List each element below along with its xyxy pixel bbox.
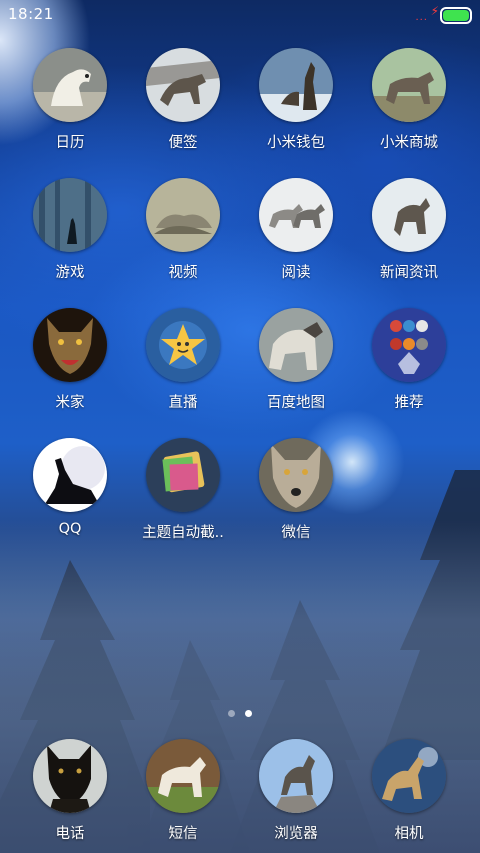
app-calendar[interactable]: 日历	[14, 48, 126, 152]
app-wechat[interactable]: 微信	[240, 438, 352, 542]
app-label: 主题自动截..	[142, 525, 224, 541]
wolf-silhouette-forest-icon	[33, 178, 107, 252]
app-games[interactable]: 游戏	[14, 178, 126, 282]
page-dot-active[interactable]	[245, 710, 252, 717]
snarling-wolf-icon	[33, 308, 107, 382]
app-video[interactable]: 视频	[127, 178, 239, 282]
star-face-icon	[146, 308, 220, 382]
app-label: 百度地图	[267, 395, 325, 411]
white-wolf-grass-icon	[146, 739, 220, 813]
wolf-running-snow-icon	[372, 178, 446, 252]
wolf-face-icon	[259, 438, 333, 512]
app-label: 阅读	[281, 265, 311, 281]
app-label: QQ	[58, 521, 82, 537]
app-label: 直播	[168, 395, 198, 411]
app-mijia[interactable]: 米家	[14, 308, 126, 412]
app-mi-wallet[interactable]: 小米钱包	[240, 48, 352, 152]
app-mi-store[interactable]: 小米商城	[353, 48, 465, 152]
app-label: 微信	[281, 525, 311, 541]
app-label: 日历	[55, 135, 85, 151]
app-label: 新闻资讯	[380, 265, 438, 281]
app-label: 小米商城	[380, 135, 438, 151]
page-indicator	[0, 702, 480, 721]
app-label: 游戏	[55, 265, 85, 281]
dock-messages[interactable]: 短信	[127, 739, 239, 843]
folder-recommended[interactable]: 推荐	[353, 308, 465, 412]
sleeping-wolves-icon	[146, 178, 220, 252]
dock-browser[interactable]: 浏览器	[240, 739, 352, 843]
app-live[interactable]: 直播	[127, 308, 239, 412]
app-label: 便签	[168, 135, 198, 151]
app-label: 推荐	[394, 395, 424, 411]
dock-camera[interactable]: 相机	[353, 739, 465, 843]
dock-phone[interactable]: 电话	[14, 739, 126, 843]
howling-wolves-icon	[259, 48, 333, 122]
howling-wolf-sky-icon	[372, 739, 446, 813]
app-qq[interactable]: QQ	[14, 438, 126, 537]
white-wolf-icon	[33, 48, 107, 122]
home-screen-grid: 日历 便签 小米钱包 小米商城 游戏 视频 阅读 新闻资讯 米家 直播 百度地图…	[0, 0, 480, 560]
app-label: 小米钱包	[267, 135, 325, 151]
wolf-on-rock-icon	[259, 739, 333, 813]
wolf-in-snow-icon	[146, 48, 220, 122]
app-label: 短信	[168, 826, 198, 842]
app-news[interactable]: 新闻资讯	[353, 178, 465, 282]
screenshot-tool-icon	[146, 438, 220, 512]
app-label: 视频	[168, 265, 198, 281]
wolf-standing-icon	[372, 48, 446, 122]
app-label: 相机	[394, 826, 424, 842]
two-wolves-snow-icon	[259, 178, 333, 252]
app-label: 米家	[55, 395, 85, 411]
app-theme-screenshot[interactable]: 主题自动截..	[127, 438, 239, 542]
app-label: 电话	[55, 826, 85, 842]
app-label: 浏览器	[274, 826, 318, 842]
app-reading[interactable]: 阅读	[240, 178, 352, 282]
dock: 电话 短信 浏览器 相机	[0, 736, 480, 853]
page-dot[interactable]	[228, 710, 235, 717]
wolf-moon-howl-icon	[33, 438, 107, 512]
folder-apps-icon	[372, 308, 446, 382]
app-baidu-map[interactable]: 百度地图	[240, 308, 352, 412]
grey-wolf-icon	[259, 308, 333, 382]
black-wolf-icon	[33, 739, 107, 813]
app-notes[interactable]: 便签	[127, 48, 239, 152]
